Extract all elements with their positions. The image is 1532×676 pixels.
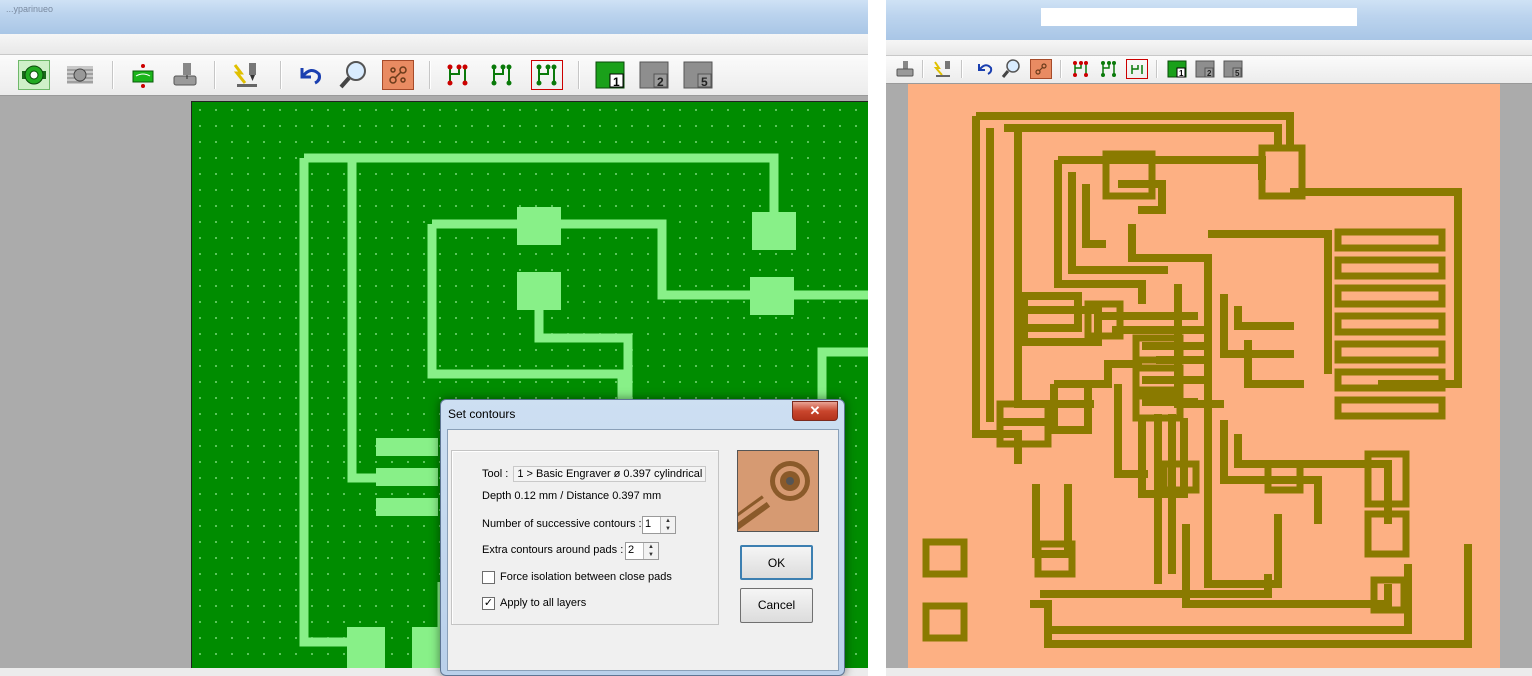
undo-icon[interactable] <box>974 59 996 79</box>
set-contours-dialog: Set contours ✕ Tool : 1 > Basic Engraver… <box>440 399 845 676</box>
layer-icon[interactable]: 5 <box>1222 59 1244 79</box>
layer-5-label: 5 <box>701 75 708 89</box>
force-isolation-option[interactable]: Force isolation between close pads <box>482 571 702 585</box>
force-isolation-checkbox[interactable] <box>482 571 495 584</box>
apply-all-layers-option[interactable]: ✓ Apply to all layers <box>482 597 702 611</box>
magnifier-icon[interactable] <box>338 60 370 90</box>
magnifier-icon[interactable] <box>1000 59 1022 79</box>
right-window: 1 2 5 <box>886 0 1532 676</box>
right-menu-bar <box>886 40 1532 56</box>
undo-icon[interactable] <box>294 60 326 90</box>
toolbar-separator <box>1156 60 1158 78</box>
tracks-icon[interactable] <box>443 60 475 90</box>
left-window: ...yparinueo 1 2 5 Set contours ✕ Tool:… <box>0 0 868 676</box>
right-title-bar <box>886 0 1532 40</box>
toolbar-separator <box>214 61 216 89</box>
tracks-icon[interactable] <box>1070 59 1092 79</box>
spinner-arrows-icon[interactable]: ▲ ▼ <box>643 543 658 559</box>
hatch-fill-icon[interactable] <box>64 60 96 90</box>
ok-button[interactable]: OK <box>740 545 813 580</box>
layer-icon[interactable]: 2 <box>1194 59 1216 79</box>
apply-all-layers-checkbox[interactable]: ✓ <box>482 597 495 610</box>
successive-contours-label: Number of successive contours : <box>482 518 642 530</box>
title-redaction <box>1041 8 1357 26</box>
isolation-paths-view[interactable] <box>908 84 1500 668</box>
tool-label: Tool : <box>482 468 509 480</box>
toolbar-separator <box>429 61 431 89</box>
left-window-title: ...yparinueo <box>6 4 54 14</box>
layer-2-label: 2 <box>657 75 664 89</box>
left-title-bar: ...yparinueo <box>0 0 868 34</box>
extra-contours-spinner[interactable]: 2 ▲ ▼ <box>625 542 659 560</box>
toolbar-separator <box>922 60 924 78</box>
board-view-icon[interactable] <box>382 60 414 90</box>
dialog-body: Tool : 1 > Basic Engraver ø 0.397 cylind… <box>447 429 839 671</box>
layer-2-label: 2 <box>1207 69 1212 78</box>
dialog-title: Set contours <box>448 407 516 421</box>
successive-contours-row: Number of successive contours : <box>482 518 642 530</box>
extra-contours-value: 2 <box>628 544 635 556</box>
left-toolbar: 1 2 5 <box>0 55 868 96</box>
engraver-icon[interactable] <box>932 59 954 79</box>
toolbar-separator <box>112 61 114 89</box>
apply-all-layers-label: Apply to all layers <box>500 597 587 609</box>
depth-distance-text: Depth 0.12 mm / Distance 0.397 mm <box>482 490 662 502</box>
extra-contours-label: Extra contours around pads : <box>482 544 624 556</box>
tracks-selected-icon[interactable] <box>1126 59 1148 79</box>
engraver-icon[interactable] <box>230 60 262 90</box>
tool-value: 1 > Basic Engraver ø 0.397 cylindrical <box>513 466 707 482</box>
spinner-arrows-icon[interactable]: ▲ ▼ <box>660 517 675 533</box>
extra-contours-row: Extra contours around pads : <box>482 544 623 556</box>
layer-icon[interactable]: 1 <box>594 60 626 90</box>
contour-settings-group: Tool : 1 > Basic Engraver ø 0.397 cylind… <box>451 450 719 625</box>
close-icon: ✕ <box>809 403 821 418</box>
tracks-icon[interactable] <box>1098 59 1120 79</box>
layer-1-label: 1 <box>613 75 620 89</box>
dialog-close-button[interactable]: ✕ <box>792 401 838 421</box>
isolation-contours <box>922 112 1472 648</box>
tool-row: Tool : 1 > Basic Engraver ø 0.397 cylind… <box>482 466 707 482</box>
right-toolbar: 1 2 5 <box>886 56 1532 84</box>
drill-pcb-icon[interactable] <box>127 60 159 90</box>
left-menu-bar <box>0 34 868 55</box>
layer-icon[interactable]: 5 <box>682 60 714 90</box>
milling-machine-icon[interactable] <box>894 59 916 79</box>
layer-1-label: 1 <box>1179 69 1184 78</box>
milling-machine-icon[interactable] <box>169 60 201 90</box>
window-gap <box>868 0 886 676</box>
force-isolation-label: Force isolation between close pads <box>500 571 672 583</box>
right-status-bar <box>886 668 1532 676</box>
successive-contours-value: 1 <box>645 518 652 530</box>
toolbar-separator <box>1060 60 1062 78</box>
toolbar-separator <box>578 61 580 89</box>
contour-preview-icon <box>728 450 819 532</box>
isolation-contour-icon[interactable] <box>18 60 50 90</box>
toolbar-separator <box>961 60 963 78</box>
layer-5-label: 5 <box>1235 69 1240 78</box>
toolbar-separator <box>280 61 282 89</box>
layer-icon[interactable]: 1 <box>1166 59 1188 79</box>
cancel-button[interactable]: Cancel <box>740 588 813 623</box>
layer-icon[interactable]: 2 <box>638 60 670 90</box>
successive-contours-spinner[interactable]: 1 ▲ ▼ <box>642 516 676 534</box>
board-view-icon[interactable] <box>1030 59 1052 79</box>
tracks-selected-icon[interactable] <box>531 60 563 90</box>
tracks-icon[interactable] <box>487 60 519 90</box>
